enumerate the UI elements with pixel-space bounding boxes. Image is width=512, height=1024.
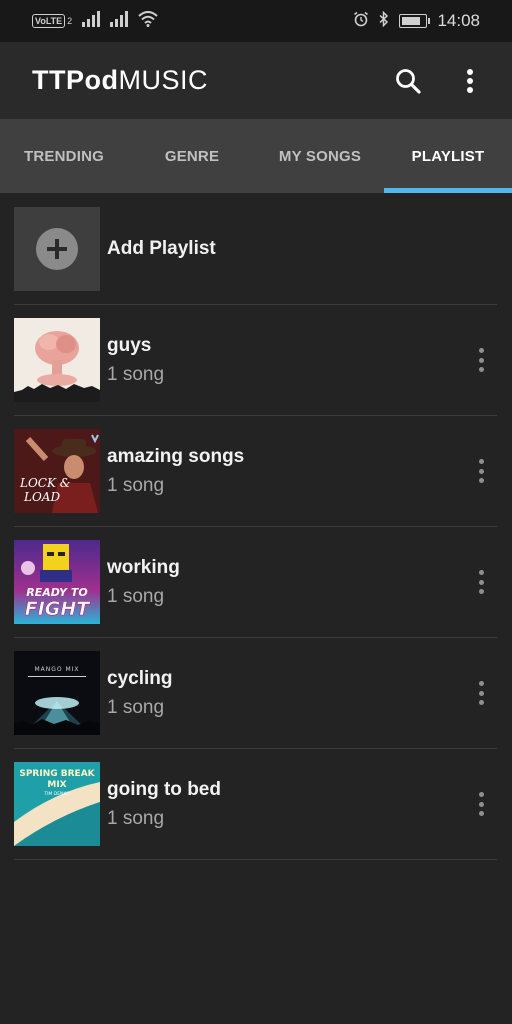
playlist-song-count: 1 song xyxy=(107,807,165,829)
playlist-song-count: 1 song xyxy=(107,474,165,496)
add-playlist-row[interactable]: Add Playlist xyxy=(14,193,497,305)
app-bar-actions xyxy=(388,61,490,101)
app-logo: TTPodMUSIC xyxy=(32,65,208,96)
tab-my-songs[interactable]: MY SONGS xyxy=(256,119,384,193)
add-playlist-label: Add Playlist xyxy=(107,237,216,259)
status-left: VoLTE 2 xyxy=(32,10,158,32)
alarm-icon xyxy=(353,11,369,32)
playlist-list: Add Playlist guys 1 song LOCK & LOAD ama… xyxy=(14,193,497,860)
sim-number: 2 xyxy=(67,16,73,26)
signal-icon-2 xyxy=(110,10,129,32)
playlist-song-count: 1 song xyxy=(107,696,165,718)
cover-text: LOAD xyxy=(23,490,60,504)
playlist-cover: READY TO FIGHT xyxy=(14,540,100,624)
more-vert-icon[interactable] xyxy=(471,789,491,819)
playlist-text: going to bed 1 song xyxy=(107,779,221,830)
more-vert-icon[interactable] xyxy=(471,567,491,597)
bluetooth-icon xyxy=(379,10,389,32)
tab-trending[interactable]: TRENDING xyxy=(0,119,128,193)
playlist-title: guys xyxy=(107,334,152,356)
cover-text: SPRING BREAK xyxy=(19,769,95,779)
playlist-title: amazing songs xyxy=(107,445,245,467)
playlist-cover: SPRING BREAK MIX TIM DENKO xyxy=(14,762,100,846)
playlist-text: cycling 1 song xyxy=(107,668,172,719)
playlist-title: going to bed xyxy=(107,778,221,800)
logo-bold-text: TTPod xyxy=(32,65,119,95)
status-right: 14:08 xyxy=(353,10,480,32)
playlist-row[interactable]: LOCK & LOAD amazing songs 1 song xyxy=(14,416,497,527)
playlist-row[interactable]: READY TO FIGHT working 1 song xyxy=(14,527,497,638)
playlist-song-count: 1 song xyxy=(107,363,165,385)
playlist-title: cycling xyxy=(107,667,173,689)
playlist-row[interactable]: guys 1 song xyxy=(14,305,497,416)
plus-icon xyxy=(36,227,78,270)
battery-level xyxy=(402,17,421,25)
search-button[interactable] xyxy=(388,61,428,101)
more-vert-icon[interactable] xyxy=(471,678,491,708)
playlist-text: guys 1 song xyxy=(107,335,164,386)
cover-text: MANGO MIX xyxy=(34,666,79,673)
playlist-text: working 1 song xyxy=(107,557,180,608)
more-vert-icon[interactable] xyxy=(471,456,491,486)
playlist-row[interactable]: SPRING BREAK MIX TIM DENKO going to bed … xyxy=(14,749,497,860)
more-vert-icon[interactable] xyxy=(471,345,491,375)
search-icon xyxy=(396,68,421,94)
playlist-row[interactable]: MANGO MIX cycling 1 song xyxy=(14,638,497,749)
playlist-cover: LOCK & LOAD xyxy=(14,429,100,513)
clock: 14:08 xyxy=(437,11,480,30)
tab-genre[interactable]: GENRE xyxy=(128,119,256,193)
playlist-title: working xyxy=(107,556,180,578)
playlist-text: amazing songs 1 song xyxy=(107,446,244,497)
cover-text: LOCK & xyxy=(19,476,71,490)
overflow-menu-button[interactable] xyxy=(450,61,490,101)
logo-light-text: MUSIC xyxy=(118,65,208,95)
battery-icon xyxy=(399,14,431,28)
volte-indicator: VoLTE xyxy=(32,14,66,28)
tab-bar: TRENDING GENRE MY SONGS PLAYLIST xyxy=(0,119,512,193)
status-bar: VoLTE 2 14:08 xyxy=(0,0,512,42)
tab-playlist[interactable]: PLAYLIST xyxy=(384,119,512,193)
wifi-icon xyxy=(138,10,158,32)
playlist-cover xyxy=(14,318,100,402)
signal-icon xyxy=(82,10,101,32)
cover-text: FIGHT xyxy=(25,598,92,620)
add-playlist-thumb xyxy=(14,206,100,291)
app-bar: TTPodMUSIC xyxy=(0,42,512,119)
playlist-cover: MANGO MIX xyxy=(14,651,100,735)
playlist-song-count: 1 song xyxy=(107,585,165,607)
cover-text: TIM DENKO xyxy=(43,791,70,797)
cover-text: MIX xyxy=(47,780,66,790)
more-vert-icon xyxy=(467,68,473,93)
